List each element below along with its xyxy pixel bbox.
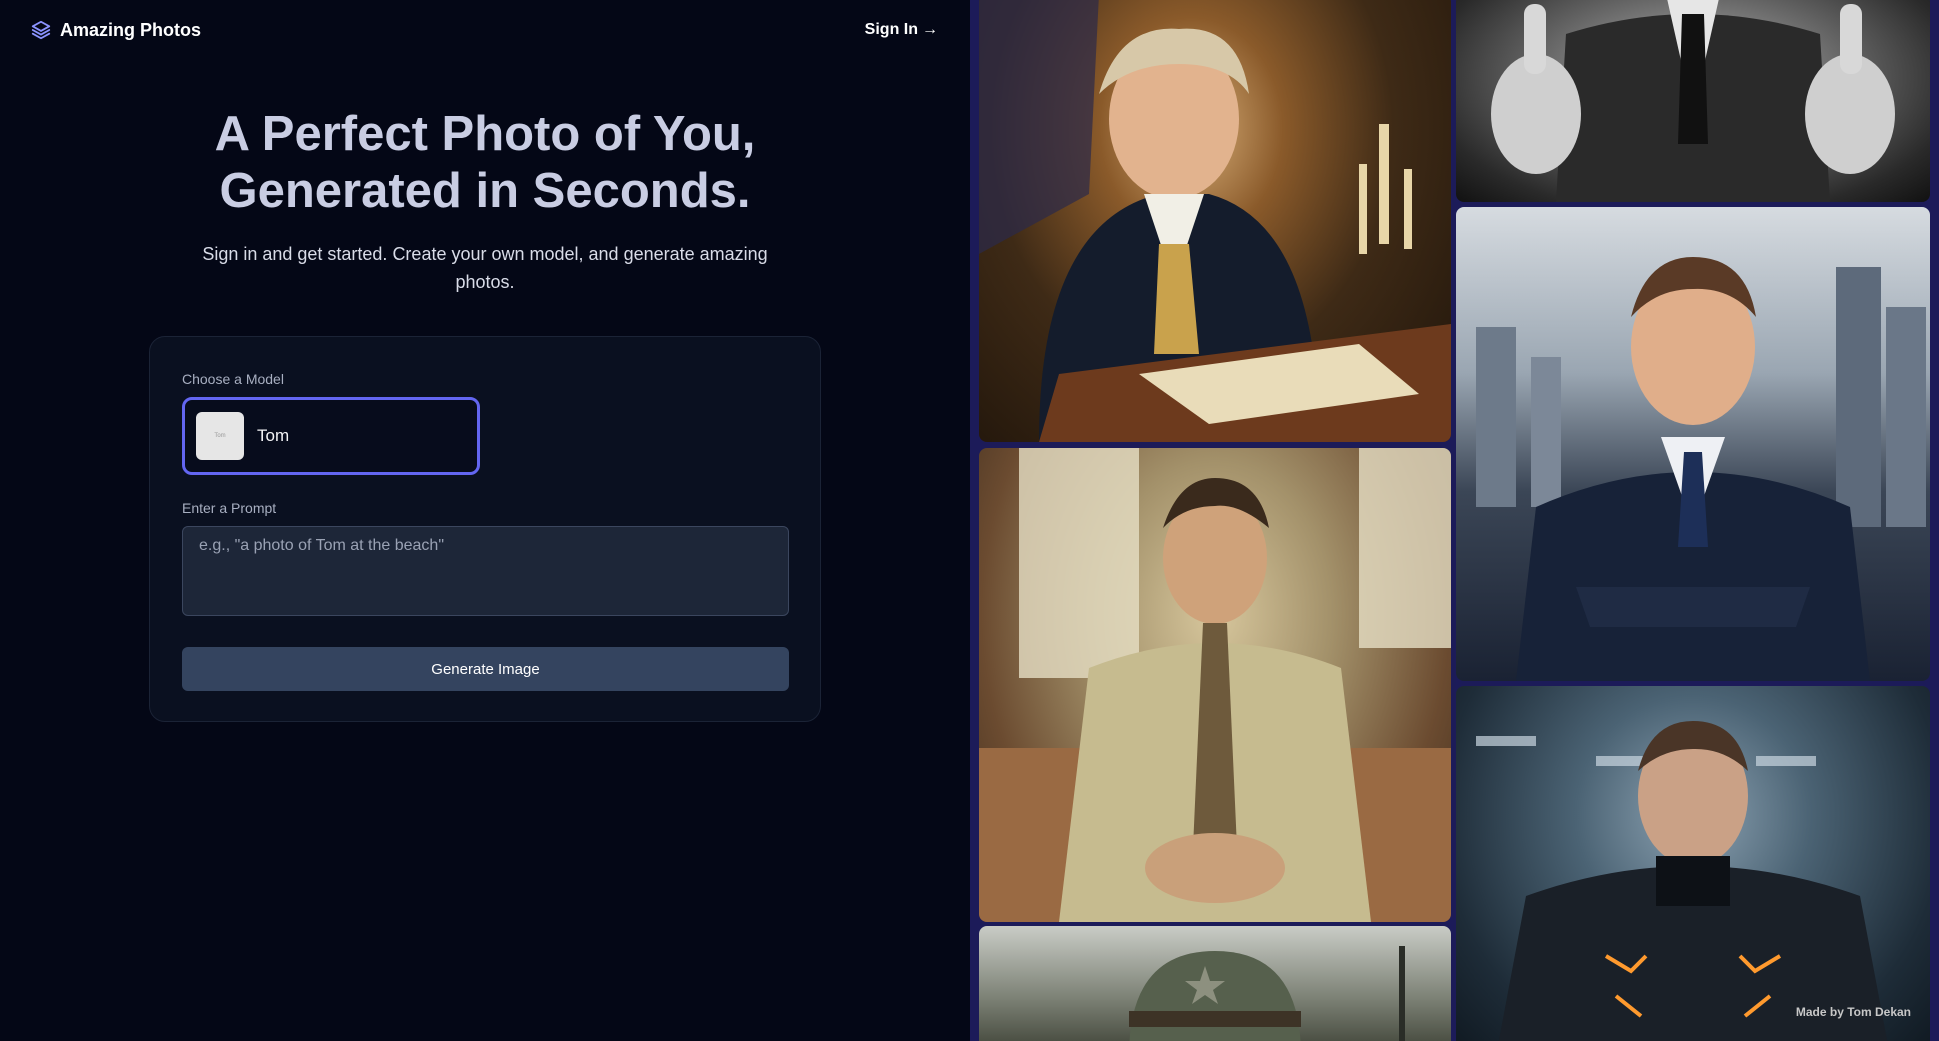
sign-in-label: Sign In [864, 21, 918, 38]
model-option-tom[interactable]: Tom Tom [182, 397, 480, 475]
gallery-photo-futuristic [1456, 686, 1930, 1041]
sign-in-link[interactable]: Sign In → [865, 21, 938, 39]
gallery-photo-historic-writer [979, 0, 1451, 442]
layers-icon [30, 19, 52, 41]
gallery-photo-soldier [979, 926, 1451, 1041]
gallery-photo-vintage-portrait [979, 448, 1451, 922]
prompt-label: Enter a Prompt [182, 500, 277, 516]
generate-card: Choose a Model Tom Tom Enter a Prompt Ge… [149, 336, 821, 722]
page: Amazing Photos Sign In → A Perfect Photo… [0, 0, 1939, 1041]
hero-title-line-2: Generated in Seconds. [219, 164, 751, 218]
model-label: Choose a Model [182, 371, 284, 387]
brand-link[interactable]: Amazing Photos [30, 19, 201, 41]
generate-image-button[interactable]: Generate Image [182, 647, 789, 691]
gallery-photo-thumbs-up [1456, 0, 1930, 202]
hero-title: A Perfect Photo of You, Generated in Sec… [0, 106, 970, 220]
left-panel: Amazing Photos Sign In → A Perfect Photo… [0, 0, 970, 1041]
model-thumbnail: Tom [196, 412, 244, 460]
photo-gallery: Made by Tom Dekan [970, 0, 1939, 1041]
model-name: Tom [257, 426, 290, 445]
prompt-input[interactable] [182, 526, 789, 616]
credit-badge[interactable]: Made by Tom Dekan [1796, 1005, 1911, 1019]
hero-title-line-1: A Perfect Photo of You, [214, 107, 756, 161]
hero-subtitle: Sign in and get started. Create your own… [202, 244, 768, 292]
model-thumbnail-text: Tom [214, 433, 226, 439]
gallery-photo-business-portrait [1456, 207, 1930, 681]
brand-name: Amazing Photos [60, 19, 202, 40]
arrow-right-icon: → [922, 21, 938, 38]
top-nav: Amazing Photos Sign In → [0, 0, 970, 64]
